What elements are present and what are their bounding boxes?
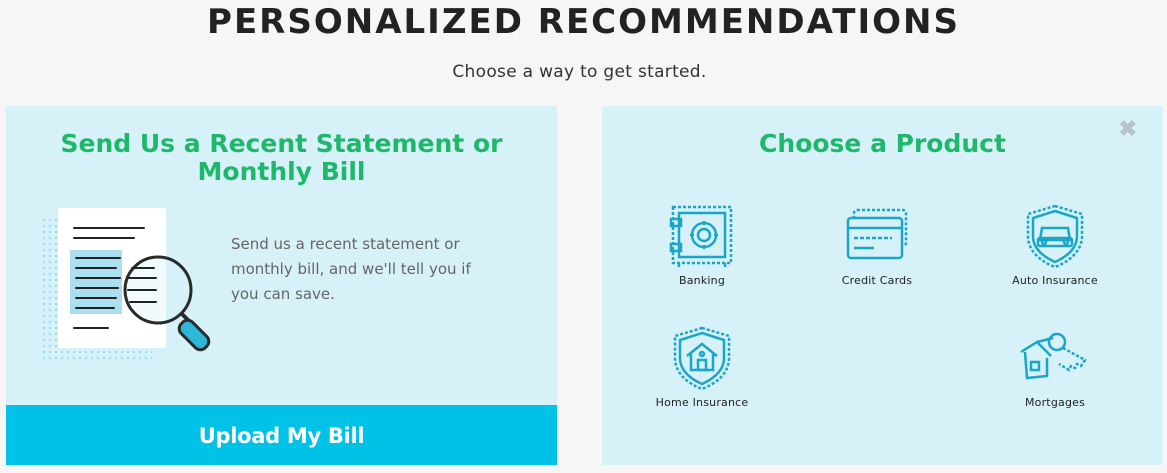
upload-panel-heading: Send Us a Recent Statement or Monthly Bi…: [60, 129, 503, 186]
choose-product-panel: Choose a Product ✖ Banking Credit Cards …: [602, 106, 1163, 465]
page-subtitle: Choose a way to get started.: [452, 62, 707, 82]
statement-magnifier-icon: [36, 206, 226, 371]
choose-product-heading: Choose a Product: [759, 129, 1006, 158]
upload-statement-panel: Send Us a Recent Statement or Monthly Bi…: [6, 106, 557, 465]
page-title: PERSONALIZED RECOMMENDATIONS: [207, 2, 960, 42]
product-label: Banking: [678, 274, 726, 287]
product-label: Home Insurance: [655, 396, 749, 409]
product-banking[interactable]: Banking: [627, 204, 777, 287]
product-mortgages[interactable]: Mortgages: [980, 326, 1130, 409]
product-credit-cards[interactable]: Credit Cards: [802, 204, 952, 287]
product-auto-insurance[interactable]: Auto Insurance: [980, 204, 1130, 287]
product-label: Auto Insurance: [1012, 274, 1098, 287]
upload-bill-button[interactable]: Upload My Bill: [6, 405, 557, 465]
house-shield-icon: [627, 326, 777, 390]
safe-icon: [627, 204, 777, 268]
close-icon[interactable]: ✖: [1119, 116, 1137, 142]
product-label: Credit Cards: [841, 274, 913, 287]
credit-card-icon: [802, 204, 952, 268]
upload-panel-description: Send us a recent statement or monthly bi…: [231, 235, 471, 303]
house-key-icon: [980, 326, 1130, 390]
car-shield-icon: [980, 204, 1130, 268]
product-label: Mortgages: [1024, 396, 1086, 409]
product-home-insurance[interactable]: Home Insurance: [627, 326, 777, 409]
